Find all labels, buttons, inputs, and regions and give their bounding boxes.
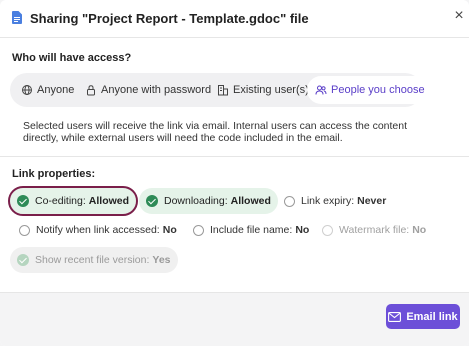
access-selector: Anyone Anyone with password Existing use…: [10, 73, 433, 107]
property-value: Yes: [152, 254, 171, 266]
checked-icon: [17, 195, 29, 207]
close-icon[interactable]: ×: [450, 7, 468, 25]
email-link-label: Email link: [406, 310, 458, 323]
access-option-label: Existing user(s): [233, 84, 309, 96]
property-value: No: [412, 224, 427, 236]
property-value: No: [162, 224, 177, 236]
building-icon: [218, 85, 228, 96]
unchecked-icon: [19, 224, 30, 236]
unchecked-icon: [193, 224, 204, 236]
include-file-name-toggle[interactable]: Include file name: No: [186, 217, 316, 243]
envelope-icon: [388, 311, 402, 322]
notify-toggle[interactable]: Notify when link accessed: No: [12, 217, 184, 243]
checked-icon: [17, 254, 29, 266]
co-editing-toggle[interactable]: Co-editing: Allowed: [7, 186, 139, 216]
access-description: Selected users will receive the link via…: [23, 120, 408, 144]
checked-icon: [146, 195, 158, 207]
document-icon: [12, 11, 22, 24]
people-icon: [315, 85, 327, 95]
property-label: Notify when link accessed:: [36, 224, 160, 236]
access-option-existing-users[interactable]: Existing user(s): [209, 76, 317, 104]
unchecked-icon: [322, 224, 333, 236]
property-label: Show recent file version:: [35, 254, 150, 266]
downloading-toggle[interactable]: Downloading: Allowed: [139, 188, 278, 214]
watermark-toggle: Watermark file: No: [315, 217, 433, 243]
recent-version-toggle: Show recent file version: Yes: [10, 247, 178, 273]
property-label: Downloading:: [164, 195, 228, 207]
lock-icon: [87, 85, 95, 96]
property-label: Include file name:: [210, 224, 293, 236]
property-label: Link expiry:: [301, 195, 355, 207]
property-value: Allowed: [88, 195, 130, 207]
property-label: Co-editing:: [35, 195, 86, 207]
property-value: No: [295, 224, 310, 236]
property-value: Allowed: [230, 195, 271, 207]
share-dialog: Sharing "Project Report - Template.gdoc"…: [0, 0, 469, 346]
access-heading: Who will have access?: [12, 52, 132, 64]
access-option-label: People you choose: [331, 84, 425, 96]
access-option-anyone[interactable]: Anyone: [13, 76, 82, 104]
email-link-button[interactable]: Email link: [386, 304, 460, 329]
access-option-password[interactable]: Anyone with password: [77, 76, 219, 104]
globe-icon: [22, 85, 32, 95]
properties-heading: Link properties:: [12, 168, 96, 180]
divider: [0, 156, 469, 157]
access-option-label: Anyone: [37, 84, 75, 96]
dialog-header: Sharing "Project Report - Template.gdoc"…: [0, 0, 469, 38]
access-option-label: Anyone with password: [101, 84, 212, 96]
dialog-title: Sharing "Project Report - Template.gdoc"…: [30, 11, 309, 26]
link-expiry-toggle[interactable]: Link expiry: Never: [277, 188, 393, 214]
access-option-people-you-choose[interactable]: People you choose: [307, 76, 433, 104]
property-value: Never: [357, 195, 387, 207]
property-label: Watermark file:: [339, 224, 410, 236]
unchecked-icon: [284, 195, 295, 207]
